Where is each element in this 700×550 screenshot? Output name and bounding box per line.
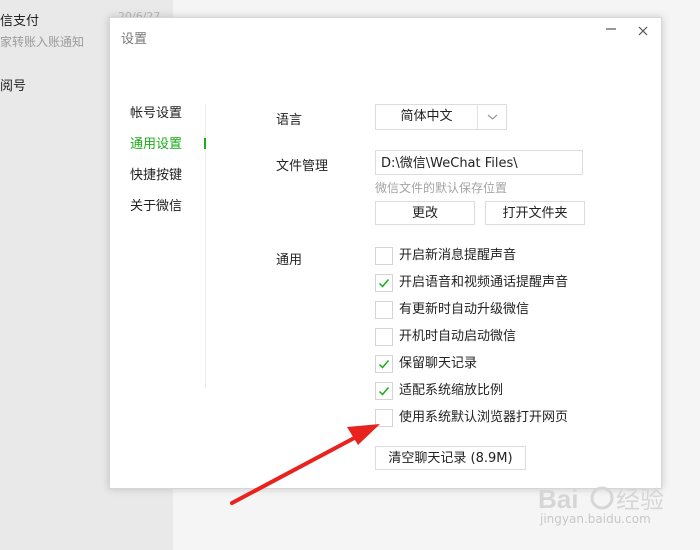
language-value: 简体中文 [400, 109, 453, 124]
svg-text:经验: 经验 [616, 487, 664, 514]
chat-preview: 家转账入账通知 [0, 35, 85, 49]
general-section-label: 通用 [276, 253, 303, 268]
checkbox-checked[interactable] [375, 274, 393, 292]
clear-history-button[interactable]: 清空聊天记录 (8.9M) [375, 446, 526, 470]
nav-item-general[interactable]: 通用设置 [130, 133, 182, 152]
minimize-icon[interactable] [602, 23, 620, 41]
nav-item-about[interactable]: 关于微信 [130, 195, 182, 214]
open-folder-button[interactable]: 打开文件夹 [485, 201, 585, 225]
option-label: 保留聊天记录 [399, 356, 478, 371]
nav-active-indicator [204, 138, 206, 149]
checkmark-icon [378, 387, 390, 396]
checkbox[interactable] [375, 301, 393, 319]
change-path-button[interactable]: 更改 [375, 201, 475, 225]
close-icon[interactable] [634, 23, 652, 41]
dialog-title: 设置 [121, 32, 148, 47]
chat-title[interactable]: 信支付 [0, 10, 39, 29]
checkbox[interactable] [375, 409, 393, 427]
checkmark-icon [378, 360, 390, 369]
option-label: 使用系统默认浏览器打开网页 [399, 410, 569, 425]
option-label: 适配系统缩放比例 [399, 383, 504, 398]
chevron-down-icon[interactable] [479, 105, 506, 129]
checkmark-icon [378, 279, 390, 288]
file-path-field[interactable]: D:\微信\WeChat Files\ [375, 150, 583, 175]
watermark-text: jingyan.baidu.com [540, 512, 651, 526]
baidu-watermark-logo: Bai 经验 [538, 484, 664, 514]
language-select[interactable]: 简体中文 [375, 104, 507, 130]
checkbox[interactable] [375, 328, 393, 346]
option-label: 开启语音和视频通话提醒声音 [399, 275, 569, 290]
svg-text:Bai: Bai [538, 484, 578, 514]
checkbox[interactable] [375, 247, 393, 265]
chat-title-2[interactable]: 阅号 [0, 75, 26, 94]
nav-item-shortcuts[interactable]: 快捷按键 [130, 164, 182, 183]
option-label: 有更新时自动升级微信 [399, 302, 530, 317]
nav-item-account[interactable]: 帐号设置 [130, 102, 182, 121]
checkbox-checked[interactable] [375, 382, 393, 400]
language-label: 语言 [276, 113, 303, 128]
file-management-label: 文件管理 [276, 159, 329, 174]
checkbox-checked[interactable] [375, 355, 393, 373]
select-divider [477, 105, 478, 129]
option-label: 开启新消息提醒声音 [399, 248, 517, 263]
option-label: 开机时自动启动微信 [399, 329, 517, 344]
file-path-hint: 微信文件的默认保存位置 [375, 181, 508, 195]
settings-dialog: 设置 帐号设置 通用设置 快捷按键 关于微信 语言 简体中文 文件管理 D:\微… [109, 17, 662, 489]
